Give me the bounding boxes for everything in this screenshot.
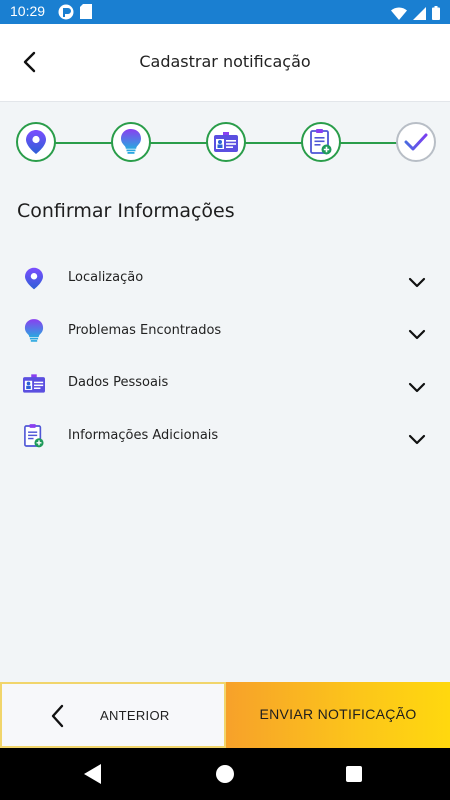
info-item-label: Dados Pessoais	[68, 375, 169, 390]
status-bar: 10:29	[0, 0, 450, 24]
info-item-location[interactable]: Localização	[0, 255, 450, 308]
battery-icon	[432, 5, 440, 24]
clipboard-add-icon	[310, 129, 332, 155]
info-item-label: Informações Adicionais	[68, 427, 219, 443]
nav-recents-icon[interactable]	[346, 766, 362, 782]
lightbulb-icon	[121, 129, 141, 154]
location-pin-icon	[22, 265, 46, 291]
chevron-down-icon[interactable]	[406, 429, 428, 451]
previous-button-label: ANTERIOR	[100, 708, 170, 723]
status-time: 10:29	[10, 3, 46, 19]
step-location[interactable]	[16, 122, 56, 162]
chevron-down-icon[interactable]	[406, 324, 428, 346]
nav-home-icon[interactable]	[216, 765, 234, 783]
step-problems[interactable]	[111, 122, 151, 162]
send-notification-button[interactable]: ENVIAR NOTIFICAÇÃO	[226, 682, 450, 748]
progress-stepper	[16, 122, 436, 164]
info-item-personal-data[interactable]: Dados Pessoais	[0, 360, 450, 413]
chevron-left-icon	[51, 704, 64, 728]
step-personal-data[interactable]	[206, 122, 246, 162]
previous-button[interactable]: ANTERIOR	[0, 682, 226, 748]
app-bar: Cadastrar notificação	[0, 24, 450, 102]
step-additional-info[interactable]	[301, 122, 341, 162]
clipboard-add-icon	[22, 423, 46, 449]
location-pin-icon	[26, 130, 46, 154]
lightbulb-icon	[22, 318, 46, 344]
info-list: Localização Problemas Encontrados Dados …	[0, 255, 450, 465]
id-badge-icon	[214, 132, 238, 152]
info-item-problems[interactable]: Problemas Encontrados	[0, 308, 450, 361]
page-title: Cadastrar notificação	[139, 52, 311, 71]
send-notification-label: ENVIAR NOTIFICAÇÃO	[259, 706, 417, 722]
wifi-icon	[391, 5, 407, 24]
info-item-additional-info[interactable]: Informações Adicionais	[0, 413, 450, 466]
step-confirm[interactable]	[396, 122, 436, 162]
bottom-actions: ANTERIOR ENVIAR NOTIFICAÇÃO	[0, 682, 450, 748]
nav-back-icon[interactable]	[84, 764, 102, 784]
info-item-label: Localização	[68, 270, 144, 285]
signal-icon	[413, 5, 426, 24]
sd-card-icon	[80, 4, 92, 24]
section-title: Confirmar Informações	[17, 200, 235, 222]
id-badge-icon	[22, 370, 46, 396]
chevron-down-icon[interactable]	[406, 271, 428, 293]
navigation-bar	[0, 748, 450, 800]
checkmark-icon	[404, 133, 428, 151]
info-item-label: Problemas Encontrados	[68, 322, 222, 338]
chevron-down-icon[interactable]	[406, 376, 428, 398]
notification-app-icon	[58, 4, 74, 24]
